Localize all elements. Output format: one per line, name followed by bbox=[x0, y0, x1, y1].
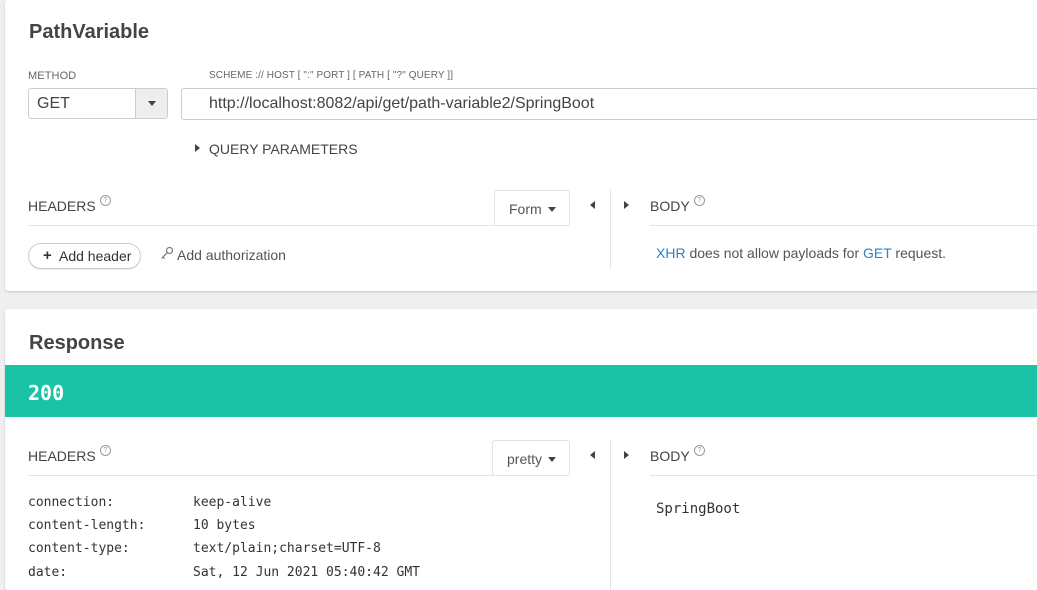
add-header-button[interactable]: + Add header bbox=[28, 243, 141, 269]
url-input[interactable] bbox=[181, 88, 1037, 120]
query-parameters-toggle[interactable]: QUERY PARAMETERS bbox=[193, 140, 363, 157]
header-value: 10 bytes bbox=[193, 518, 256, 533]
chevron-down-icon bbox=[548, 207, 556, 212]
response-headers-label: HEADERS bbox=[28, 448, 96, 464]
method-dropdown-toggle[interactable] bbox=[135, 89, 167, 118]
status-code: 200 bbox=[28, 381, 65, 405]
request-title: PathVariable bbox=[29, 21, 150, 43]
question-circle-icon[interactable]: ? bbox=[694, 445, 705, 456]
request-body-label: BODY bbox=[650, 198, 690, 214]
header-name: date: bbox=[28, 565, 68, 580]
headers-mode-dropdown[interactable]: Form bbox=[494, 190, 570, 225]
header-name: content-length: bbox=[28, 518, 146, 533]
caret-right-icon[interactable] bbox=[624, 201, 629, 209]
question-circle-icon[interactable]: ? bbox=[100, 445, 111, 456]
plus-icon: + bbox=[43, 247, 52, 264]
method-label: METHOD bbox=[28, 70, 77, 82]
status-bar: 200 bbox=[5, 365, 1037, 417]
response-body-label: BODY bbox=[650, 448, 690, 464]
body-note: XHR does not allow payloads for GET requ… bbox=[656, 245, 946, 261]
request-panel: PathVariable METHOD SCHEME :// HOST [ ":… bbox=[5, 0, 1037, 291]
panel-splitter[interactable] bbox=[610, 440, 611, 590]
response-headers-mode-value: pretty bbox=[507, 451, 543, 467]
add-header-label: Add header bbox=[59, 248, 132, 264]
chevron-down-icon bbox=[148, 101, 156, 106]
caret-left-icon[interactable] bbox=[590, 201, 595, 209]
body-note-text: does not allow payloads for bbox=[685, 245, 864, 261]
key-icon bbox=[161, 246, 174, 259]
response-headers-mode-dropdown[interactable]: pretty bbox=[492, 440, 570, 475]
divider bbox=[28, 225, 569, 226]
add-authorization-label: Add authorization bbox=[177, 247, 286, 263]
method-select[interactable]: GET bbox=[28, 88, 168, 119]
method-value: GET bbox=[37, 95, 70, 112]
caret-left-icon[interactable] bbox=[590, 451, 595, 459]
caret-right-icon[interactable] bbox=[624, 451, 629, 459]
header-name: connection: bbox=[28, 495, 115, 510]
header-value: text/plain;charset=UTF-8 bbox=[193, 541, 381, 556]
body-note-end: request. bbox=[891, 245, 947, 261]
method-link[interactable]: GET bbox=[863, 245, 892, 261]
header-value: Sat, 12 Jun 2021 05:40:42 GMT bbox=[193, 565, 420, 580]
url-format-label: SCHEME :// HOST [ ":" PORT ] [ PATH [ "?… bbox=[209, 70, 454, 81]
headers-mode-value: Form bbox=[509, 201, 542, 217]
response-panel: Response 200 HEADERS ? pretty BODY ? con… bbox=[5, 309, 1037, 590]
chevron-down-icon bbox=[548, 457, 556, 462]
divider bbox=[28, 475, 569, 476]
divider bbox=[650, 225, 1037, 226]
caret-right-icon bbox=[195, 144, 200, 152]
question-circle-icon[interactable]: ? bbox=[694, 195, 705, 206]
header-value: keep-alive bbox=[193, 495, 272, 510]
panel-splitter[interactable] bbox=[610, 190, 611, 269]
divider bbox=[650, 475, 1037, 476]
xhr-link[interactable]: XHR bbox=[656, 245, 686, 261]
request-headers-label: HEADERS bbox=[28, 198, 96, 214]
response-title: Response bbox=[29, 332, 125, 354]
response-body-text: SpringBoot bbox=[656, 501, 741, 517]
query-parameters-label: QUERY PARAMETERS bbox=[209, 141, 358, 157]
question-circle-icon[interactable]: ? bbox=[100, 195, 111, 206]
header-name: content-type: bbox=[28, 541, 130, 556]
